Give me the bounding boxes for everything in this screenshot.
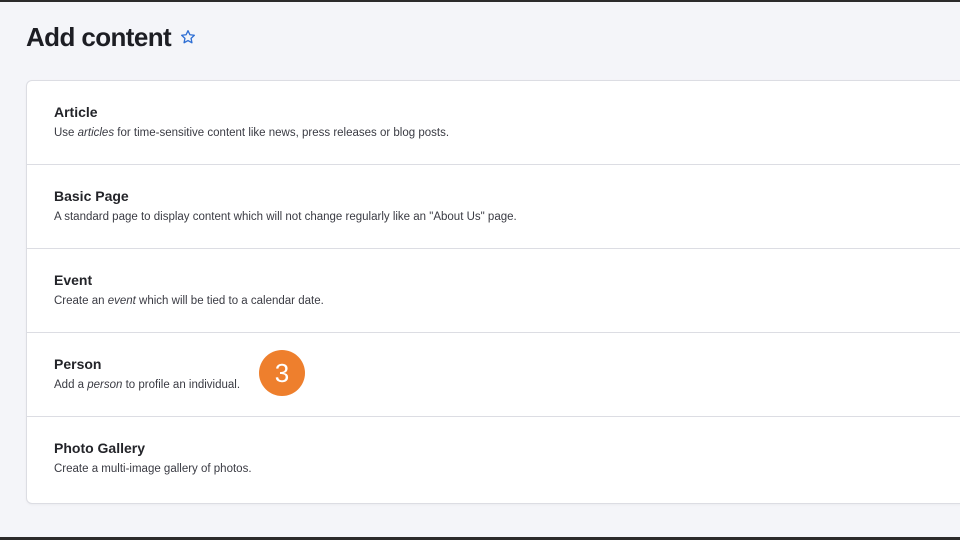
content-type-title[interactable]: Article [54,103,950,121]
top-border [0,0,960,2]
content-type-description: A standard page to display content which… [54,211,517,223]
content-type-title[interactable]: Photo Gallery [54,439,950,457]
content-type-description: Use articles for time-sensitive content … [54,127,450,139]
page-title: Add content [26,21,172,52]
content-type-title[interactable]: Event [54,271,950,289]
content-type-description: Add a person to profile an individual. [54,379,241,391]
page-header: Add content [26,18,196,56]
content-type-title[interactable]: Person [54,355,950,373]
content-type-description: Create an event which will be tied to a … [54,295,324,307]
content-type-event[interactable]: Event Create an event which will be tied… [27,249,960,333]
content-type-article[interactable]: Article Use articles for time-sensitive … [27,81,960,165]
content-type-list: Article Use articles for time-sensitive … [26,80,960,504]
content-type-title[interactable]: Basic Page [54,187,950,205]
content-type-person[interactable]: Person Add a person to profile an indivi… [27,333,960,417]
content-type-photo-gallery[interactable]: Photo Gallery Create a multi-image galle… [27,417,960,501]
star-icon[interactable] [180,29,196,45]
content-type-description: Create a multi-image gallery of photos. [54,463,252,475]
content-type-basic-page[interactable]: Basic Page A standard page to display co… [27,165,960,249]
step-number-badge: 3 [259,350,305,396]
